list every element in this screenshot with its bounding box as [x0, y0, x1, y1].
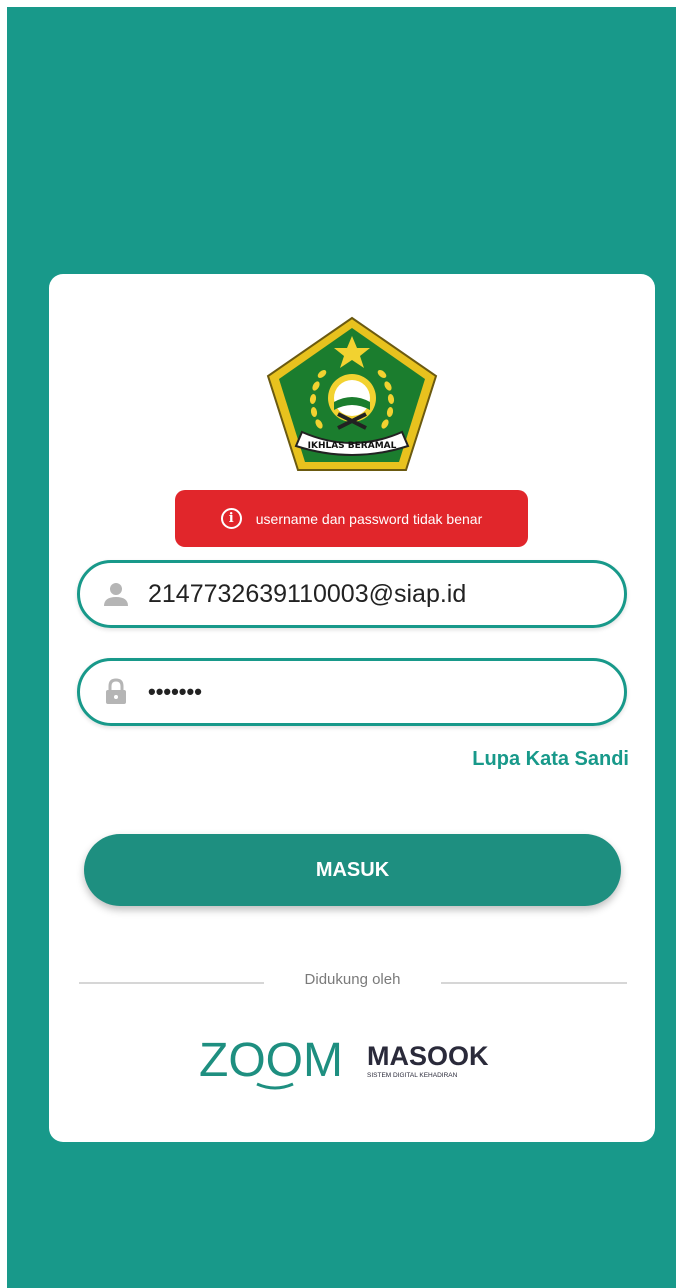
password-field[interactable] [77, 658, 627, 726]
supported-by-label: Didukung oleh [304, 971, 401, 988]
masook-tagline: SISTEM DIGITAL KEHADIRAN [367, 1072, 458, 1079]
masook-logo: MASOOK SISTEM DIGITAL KEHADIRAN [367, 1041, 489, 1079]
password-input[interactable] [148, 679, 588, 705]
user-icon [104, 583, 128, 606]
app-screen: IKHLAS BERAMAL i username dan password t… [7, 7, 676, 1288]
divider-left [79, 982, 264, 984]
error-toast: i username dan password tidak benar [175, 490, 528, 547]
logo-motto-text: IKHLAS BERAMAL [308, 441, 397, 451]
lock-icon [106, 678, 126, 704]
info-icon: i [220, 508, 242, 529]
forgot-password-link[interactable]: Lupa Kata Sandi [472, 748, 629, 771]
kemenag-logo: IKHLAS BERAMAL [266, 316, 438, 471]
login-card: IKHLAS BERAMAL i username dan password t… [49, 274, 655, 1142]
error-message: username dan password tidak benar [255, 510, 483, 527]
divider-right [441, 982, 627, 984]
username-field[interactable] [77, 560, 627, 628]
masook-logo-text: MASOOK [367, 1041, 489, 1071]
zoom-logo: ZOOM [199, 1034, 343, 1090]
login-button[interactable]: MASUK [84, 834, 621, 906]
zoom-logo-text: ZOOM [199, 1034, 343, 1087]
username-input[interactable] [148, 579, 588, 609]
